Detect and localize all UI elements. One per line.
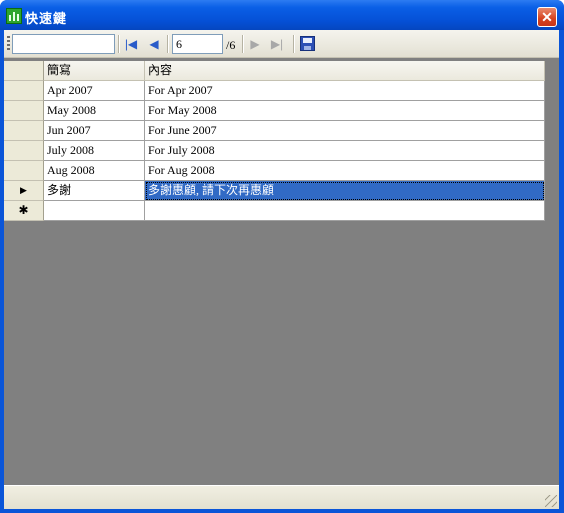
resize-grip-icon[interactable] [545,495,557,507]
close-icon: ✕ [541,9,553,25]
table-row-selected[interactable]: ▶ 多謝 多謝惠顧, 請下次再惠顧 [4,181,545,201]
new-row[interactable]: ✱ [4,201,545,221]
abbr-cell[interactable] [44,201,145,221]
row-header[interactable] [4,161,44,181]
table-row[interactable]: May 2008 For May 2008 [4,101,545,121]
abbr-cell[interactable]: July 2008 [44,141,145,161]
toolbar-separator [293,35,295,53]
table-row[interactable]: Jun 2007 For June 2007 [4,121,545,141]
row-header[interactable] [4,141,44,161]
row-header[interactable] [4,81,44,101]
content-cell[interactable]: For July 2008 [145,141,545,161]
abbr-cell[interactable]: Jun 2007 [44,121,145,141]
toolbar-separator [167,35,169,53]
move-previous-icon[interactable]: ◀ [147,37,161,51]
move-last-icon[interactable]: ▶| [270,37,284,51]
content-cell[interactable]: For Aug 2008 [145,161,545,181]
content-cell[interactable]: For Apr 2007 [145,81,545,101]
move-next-icon[interactable]: ▶ [248,37,262,51]
abbr-cell[interactable]: Aug 2008 [44,161,145,181]
content-cell[interactable]: For May 2008 [145,101,545,121]
column-header-abbr[interactable]: 簡寫 [44,61,145,81]
content-cell[interactable]: For June 2007 [145,121,545,141]
save-icon[interactable] [300,36,315,51]
table-row[interactable]: Aug 2008 For Aug 2008 [4,161,545,181]
toolbar-separator [242,35,244,53]
row-header[interactable] [4,101,44,121]
record-count: /6 [226,38,236,52]
column-header-content[interactable]: 內容 [145,61,545,81]
content-cell-selected[interactable]: 多謝惠顧, 請下次再惠顧 [145,181,545,201]
client-area: |◀ ◀ /6 ▶ ▶| 簡寫 內容 Apr 2007 For Apr 2007 [4,30,559,509]
abbr-cell[interactable]: 多謝 [44,181,145,201]
row-header[interactable] [4,121,44,141]
abbr-cell[interactable]: Apr 2007 [44,81,145,101]
content-cell[interactable] [145,201,545,221]
status-bar [4,485,559,509]
current-row-indicator[interactable]: ▶ [4,181,44,201]
table-row[interactable]: Apr 2007 For Apr 2007 [4,81,545,101]
abbr-cell[interactable]: May 2008 [44,101,145,121]
binding-navigator: |◀ ◀ /6 ▶ ▶| [4,30,559,58]
app-icon [6,8,22,24]
position-input[interactable] [172,34,223,54]
new-row-indicator[interactable]: ✱ [4,201,44,221]
window-title: 快速鍵 [25,12,68,27]
corner-header[interactable] [4,61,44,81]
header-row: 簡寫 內容 [4,61,545,81]
toolbar-separator [118,35,120,53]
search-input[interactable] [12,34,115,54]
title-bar[interactable]: 快速鍵 ✕ [0,0,564,30]
move-first-icon[interactable]: |◀ [124,37,138,51]
window: 快速鍵 ✕ |◀ ◀ /6 ▶ ▶| 簡寫 內容 [0,0,564,513]
close-button[interactable]: ✕ [537,7,557,27]
toolbar-grip-icon[interactable] [7,36,10,52]
table-row[interactable]: July 2008 For July 2008 [4,141,545,161]
